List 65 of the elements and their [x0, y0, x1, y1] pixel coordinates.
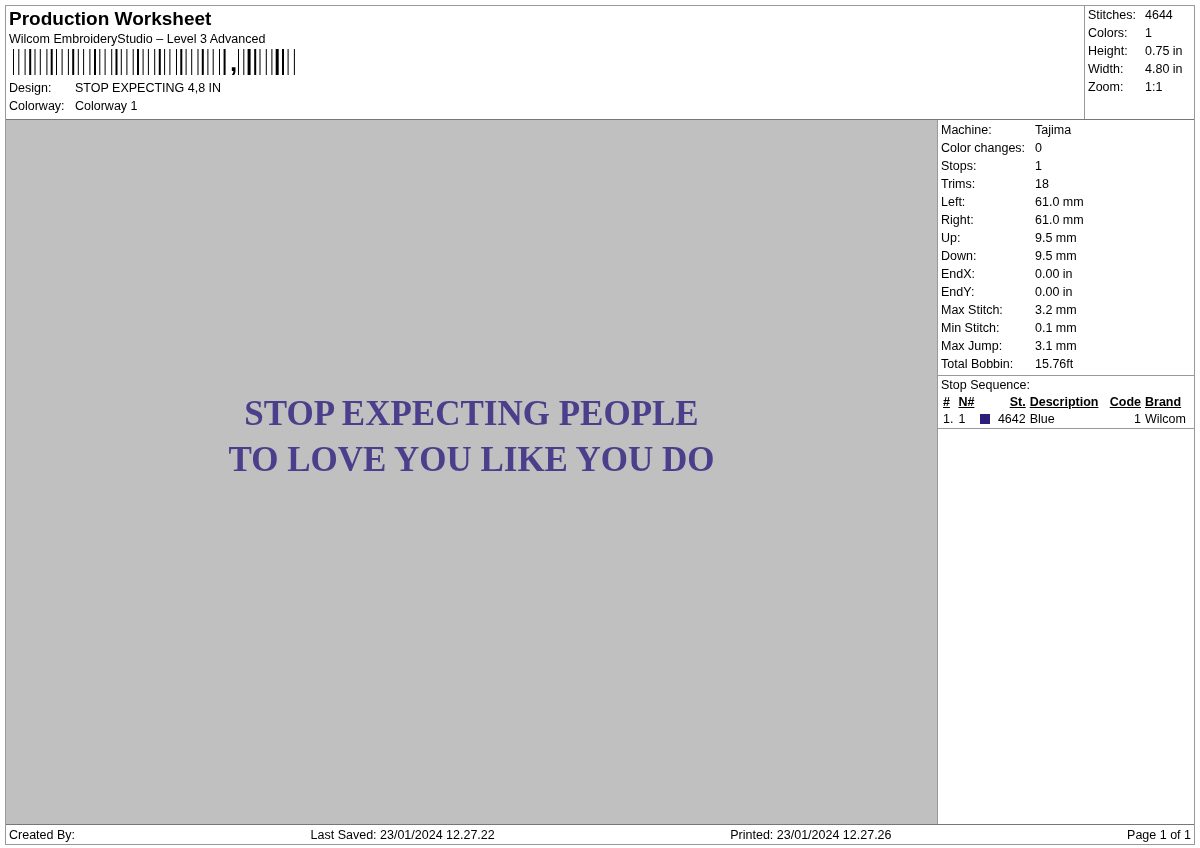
- summary-label: Width:: [1088, 61, 1125, 78]
- created-by: Created By:: [9, 827, 75, 842]
- detail-value: 3.2 mm: [1035, 302, 1077, 319]
- detail-label: EndX:: [941, 266, 977, 283]
- detail-label: Right:: [941, 212, 975, 229]
- summary-value: 4.80 in: [1145, 61, 1183, 78]
- detail-label: Up:: [941, 230, 962, 247]
- table-cell-text: 1.: [942, 411, 955, 428]
- detail-label: Max Stitch:: [941, 302, 1004, 319]
- page-number: Page 1 of 1: [1127, 827, 1191, 842]
- embroidered-text: TO LOVE YOU LIKE YOU DO: [228, 439, 715, 481]
- table-cell-text: 1: [957, 411, 967, 428]
- detail-label: Machine:: [941, 122, 993, 139]
- field-label: Colorway:: [9, 98, 66, 115]
- detail-value: Tajima: [1035, 122, 1072, 139]
- detail-value: 1: [1035, 158, 1042, 175]
- summary-label: Colors:: [1088, 25, 1129, 42]
- summary-label: Height:: [1088, 43, 1129, 60]
- column-header: Description: [1028, 394, 1100, 411]
- summary-value: 1:1: [1145, 79, 1163, 96]
- table-cell-text: 4642: [996, 411, 1027, 428]
- column-header: St.: [1008, 394, 1027, 411]
- detail-value: 3.1 mm: [1035, 338, 1077, 355]
- field-label: Design:: [9, 80, 53, 97]
- summary-label: Stitches:: [1088, 7, 1137, 24]
- column-header: Code: [1108, 394, 1142, 411]
- detail-value: 18: [1035, 176, 1049, 193]
- last-saved: Last Saved: 23/01/2024 12.27.22: [310, 827, 495, 842]
- worksheet-title: Production Worksheet: [9, 7, 213, 31]
- detail-value: 15.76ft: [1035, 356, 1074, 373]
- detail-value: 0.00 in: [1035, 284, 1073, 301]
- field-value: STOP EXPECTING 4,8 IN: [75, 80, 222, 97]
- summary-value: 4644: [1145, 7, 1173, 24]
- detail-label: Down:: [941, 248, 978, 265]
- printed-date: Printed: 23/01/2024 12.27.26: [730, 827, 892, 842]
- field-value: Colorway 1: [75, 98, 138, 115]
- detail-value: 9.5 mm: [1035, 248, 1077, 265]
- detail-value: 0.00 in: [1035, 266, 1073, 283]
- detail-label: Stops:: [941, 158, 978, 175]
- summary-value: 1: [1145, 25, 1152, 42]
- column-header: N#: [957, 394, 976, 411]
- column-header: #: [942, 394, 951, 411]
- table-cell-text: 1: [1133, 411, 1142, 428]
- column-header: Brand: [1144, 394, 1183, 411]
- detail-label: Total Bobbin:: [941, 356, 1015, 373]
- barcode-icon: [13, 49, 229, 75]
- section-title: Stop Sequence:: [941, 377, 1031, 394]
- detail-label: Trims:: [941, 176, 977, 193]
- detail-label: Max Jump:: [941, 338, 1004, 355]
- detail-value: 9.5 mm: [1035, 230, 1077, 247]
- detail-label: EndY:: [941, 284, 976, 301]
- software-name: Wilcom EmbroideryStudio – Level 3 Advanced: [9, 31, 267, 48]
- embroidered-text: STOP EXPECTING PEOPLE: [243, 393, 700, 435]
- summary-label: Zoom:: [1088, 79, 1125, 96]
- table-cell-text: Wilcom: [1144, 411, 1187, 428]
- table-cell-text: Blue: [1028, 411, 1056, 428]
- detail-value: 0.1 mm: [1035, 320, 1077, 337]
- detail-label: Left:: [941, 194, 967, 211]
- detail-value: 61.0 mm: [1035, 212, 1084, 229]
- barcode-separator: ,: [229, 49, 238, 75]
- summary-value: 0.75 in: [1145, 43, 1183, 60]
- detail-value: 0: [1035, 140, 1042, 157]
- detail-label: Color changes:: [941, 140, 1027, 157]
- detail-value: 61.0 mm: [1035, 194, 1084, 211]
- detail-label: Min Stitch:: [941, 320, 1001, 337]
